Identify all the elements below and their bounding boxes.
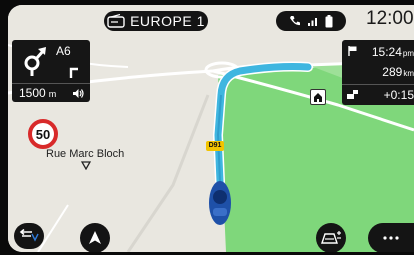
trip-info-panel[interactable]: 15:24pm 289km +0:15 [342, 40, 414, 105]
guidance-distance-row: 1500 m [12, 83, 90, 102]
arrival-suffix: pm [402, 49, 414, 58]
signal-icon [308, 18, 317, 26]
navigation-button[interactable] [80, 223, 110, 252]
guidance-panel[interactable]: A6 1500 m [12, 40, 90, 102]
radio-source-pill[interactable]: EUROPE 1 [104, 11, 208, 31]
speed-limit-sign: 50 [28, 119, 58, 149]
guidance-road: A6 [56, 44, 71, 58]
remaining-distance: 289 [382, 65, 403, 79]
road-shield: D91 [206, 141, 224, 151]
arrival-time: 15:24 [371, 45, 402, 59]
volume-icon[interactable] [72, 88, 84, 99]
traffic-delay: +0:15 [383, 88, 414, 102]
back-button[interactable] [14, 223, 44, 249]
more-button[interactable] [368, 223, 414, 252]
map-views-icon [321, 231, 341, 244]
car-icon [209, 181, 231, 225]
status-indicators[interactable] [276, 11, 346, 31]
destination-flag-icon [348, 46, 357, 56]
phone-icon [290, 16, 300, 26]
clock: 12:00 [366, 8, 414, 29]
street-name-label: Rue Marc Bloch [46, 148, 125, 160]
radio-station-label: EUROPE 1 [130, 13, 205, 29]
roundabout-exit-icon [24, 47, 46, 76]
home-icon[interactable] [310, 89, 326, 105]
traffic-icon [347, 90, 358, 99]
street-marker-icon [81, 161, 91, 170]
map-views-button[interactable] [316, 223, 346, 252]
remaining-distance-row: 289km [342, 63, 414, 83]
turn-right-icon [69, 67, 78, 78]
radio-icon [107, 14, 125, 28]
navigation-screen: EUROPE 1 12:00 A6 1500 m 15:24pm 289km +… [8, 5, 414, 252]
guidance-distance: 1500 [19, 86, 46, 100]
remaining-distance-unit: km [403, 69, 414, 78]
more-icon [383, 236, 399, 240]
battery-icon [325, 14, 333, 27]
arrival-time-row: 15:24pm [342, 43, 414, 63]
delay-row: +0:15 [342, 84, 414, 104]
back-icon [19, 229, 39, 242]
guidance-distance-unit: m [48, 89, 57, 99]
navigation-arrow-icon [89, 231, 101, 244]
